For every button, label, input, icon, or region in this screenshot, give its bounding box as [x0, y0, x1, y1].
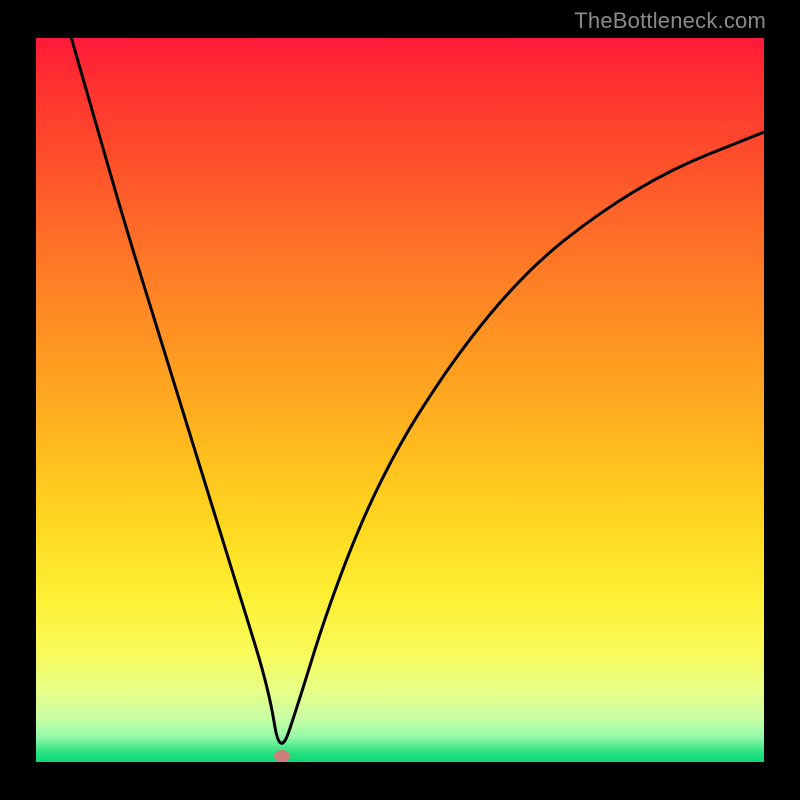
- watermark-text: TheBottleneck.com: [574, 8, 766, 34]
- curve-path: [65, 38, 764, 743]
- minimum-marker: [274, 750, 290, 762]
- plot-area: [36, 38, 764, 762]
- chart-frame: TheBottleneck.com: [0, 0, 800, 800]
- curve-svg: [36, 38, 764, 762]
